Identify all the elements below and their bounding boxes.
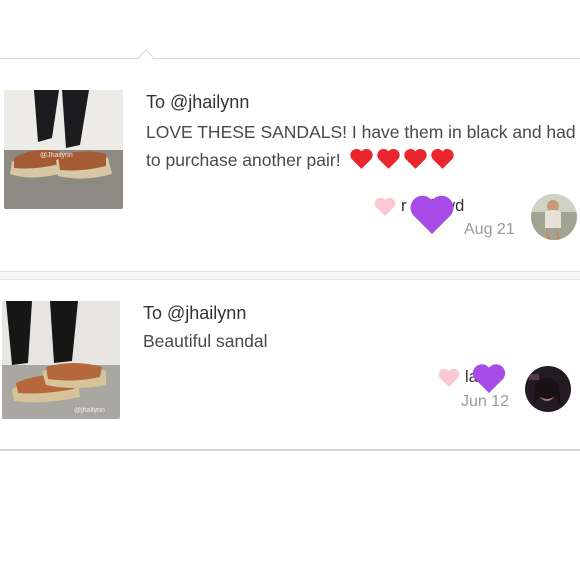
red-hearts (349, 147, 455, 170)
recipient-line: To @jhailynn (143, 303, 247, 323)
red-heart-icon (404, 148, 428, 169)
red-heart-icon (350, 148, 374, 169)
thumbnail-watermark: @jhailynn (74, 407, 105, 414)
sandal-thumbnail[interactable]: @jhailynn (2, 301, 120, 419)
comment-card: @jhailynn To @jhailynn Beautiful sandal … (0, 281, 580, 451)
like-heart-icon[interactable] (437, 367, 461, 388)
comment-date: Jun 12 (461, 393, 510, 410)
recipient-line: To @jhailynn (146, 92, 250, 112)
comment-date: Aug 21 (464, 221, 515, 238)
purple-heart-icon (410, 195, 454, 234)
top-divider (0, 58, 580, 59)
avatar[interactable] (525, 366, 571, 412)
like-heart-icon[interactable] (373, 196, 397, 217)
avatar[interactable] (531, 194, 577, 240)
card-separator (0, 272, 580, 280)
comment-text: Beautiful sandal (143, 331, 268, 351)
comment-card: @Jhailynn To @jhailynn LOVE THESE SANDAL… (0, 66, 580, 272)
sandal-thumbnail[interactable]: @Jhailynn (4, 90, 123, 209)
purple-heart-icon (472, 364, 506, 393)
red-heart-icon (377, 148, 401, 169)
thumbnail-watermark: @Jhailynn (40, 152, 73, 159)
comment-text: LOVE THESE SANDALS! I have them in black… (146, 118, 576, 174)
red-heart-icon (431, 148, 455, 169)
pointer-caret (137, 49, 155, 67)
